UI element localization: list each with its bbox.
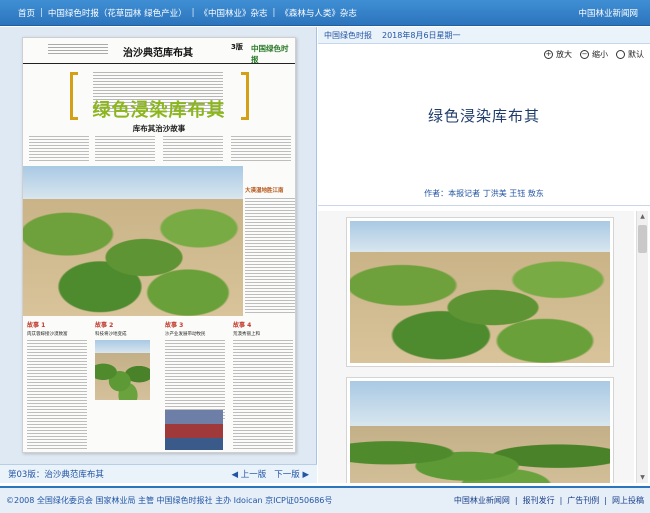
page-masthead: 治沙典范库布其 3版 中国绿色时报 — [23, 38, 295, 64]
nav-brand-link[interactable]: 中国林业新闻网 — [578, 7, 638, 19]
footer-link-ads[interactable]: 广告刊例 — [567, 495, 599, 506]
next-page-label: 下一版 — [274, 470, 300, 480]
zoom-in-button[interactable]: + 放大 — [544, 49, 572, 60]
photo-landscape — [350, 221, 610, 363]
page-number: 3版 — [231, 43, 243, 51]
group-photo — [165, 410, 223, 450]
article-image-scroll-area[interactable] — [318, 211, 634, 483]
story-title: 故事 1 — [27, 322, 46, 329]
article-paper-name: 中国绿色时报 — [324, 30, 372, 40]
story-body — [27, 340, 87, 450]
zoom-controls: + 放大 − 缩小 默认 — [318, 47, 650, 61]
story-head: 肉苁蓉嫁接沙漠致富 — [27, 332, 68, 337]
footer-link-submit[interactable]: 网上投稿 — [612, 495, 644, 506]
story-head: 沙产业发展带动牧民 — [165, 332, 206, 337]
nav-china-forestry[interactable]: 《中国林业》杂志 — [199, 7, 267, 19]
masthead-meta-lines — [48, 44, 108, 54]
divider — [318, 205, 650, 206]
top-nav-bar: 首页 | 中国绿色时报（花草园林 绿色产业） | 《中国林业》杂志 | 《森林与… — [0, 0, 650, 26]
page-subhead: 库布其治沙故事 — [132, 124, 186, 133]
nav-separator: | — [272, 7, 276, 18]
circle-icon — [616, 49, 625, 59]
side-text-block — [245, 198, 295, 313]
article-panel: 中国绿色时报 2018年8月6日星期一 + 放大 − 缩小 默认 绿色浸染库布其… — [318, 27, 650, 483]
zoom-default-button[interactable]: 默认 — [616, 49, 644, 60]
page-headline: 绿色浸染库布其 — [92, 100, 226, 121]
footer-separator: | — [559, 496, 563, 505]
story-head: 荒漠秀丽上和 — [233, 332, 260, 337]
page-nav-bar: 第03版：治沙典范库布其 ◀ 上一版 下一版 ▶ — [0, 464, 317, 483]
story-photo — [95, 340, 150, 400]
next-page-link[interactable]: 下一版 ▶ — [274, 468, 309, 480]
footer-link-distribution[interactable]: 报刊发行 — [523, 495, 555, 506]
newspaper-page-thumbnail[interactable]: 治沙典范库布其 3版 中国绿色时报 绿色浸染库布其 库布其治沙故事 大漠湿地胜江… — [22, 37, 296, 453]
nav-home[interactable]: 首页 — [18, 7, 35, 19]
page-section-title: 治沙典范库布其 — [123, 48, 193, 59]
side-caption: 大漠湿地胜江南 — [245, 188, 284, 194]
story-column-4: 故事 4 荒漠秀丽上和 — [233, 320, 293, 450]
zoom-out-button[interactable]: − 缩小 — [580, 49, 608, 60]
article-photo-1[interactable] — [346, 217, 614, 367]
current-page-label[interactable]: 第03版：治沙典范库布其 — [8, 468, 223, 480]
minus-circle-icon: − — [580, 49, 589, 59]
nav-green-times[interactable]: 中国绿色时报（花草园林 绿色产业） — [48, 7, 187, 19]
story-body — [165, 340, 225, 420]
nav-separator: | — [40, 7, 43, 18]
footer-links: 中国林业新闻网 | 报刊发行 | 广告刊例 | 网上投稿 — [454, 495, 644, 506]
scroll-down-arrow-icon[interactable]: ▼ — [637, 472, 648, 483]
story-title: 故事 3 — [165, 322, 184, 329]
plus-circle-icon: + — [544, 49, 553, 59]
text-column — [163, 136, 223, 162]
nav-separator: | — [191, 7, 195, 18]
footer-link-news[interactable]: 中国林业新闻网 — [454, 495, 510, 506]
scroll-up-arrow-icon[interactable]: ▲ — [637, 211, 648, 222]
story-head: 科技将沙地变成 — [95, 332, 127, 337]
top-nav: 首页 | 中国绿色时报（花草园林 绿色产业） | 《中国林业》杂志 | 《森林与… — [18, 7, 578, 19]
nav-forest-human[interactable]: 《森林与人类》杂志 — [280, 7, 357, 19]
zoom-in-label: 放大 — [556, 49, 572, 59]
footer-separator: | — [514, 496, 518, 505]
photo-landscape — [350, 381, 610, 483]
text-column — [29, 136, 89, 162]
story-body — [233, 340, 293, 450]
zoom-out-label: 缩小 — [592, 49, 608, 59]
newspaper-page-panel: 治沙典范库布其 3版 中国绿色时报 绿色浸染库布其 库布其治沙故事 大漠湿地胜江… — [0, 27, 317, 464]
newspaper-logo: 中国绿色时报 — [251, 44, 289, 64]
story-title: 故事 2 — [95, 322, 114, 329]
vertical-scrollbar[interactable]: ▲ ▼ — [636, 211, 648, 483]
story-column-3: 故事 3 沙产业发展带动牧民 — [165, 320, 225, 420]
prev-page-link[interactable]: ◀ 上一版 — [231, 468, 266, 480]
footer-copyright: ©2008 全国绿化委员会 国家林业局 主管 中国绿色时报社 主办 Idoica… — [6, 496, 333, 505]
text-column — [231, 136, 291, 162]
footer-bar: ©2008 全国绿化委员会 国家林业局 主管 中国绿色时报社 主办 Idoica… — [0, 486, 650, 513]
story-title: 故事 4 — [233, 322, 252, 329]
main-landscape-photo — [23, 166, 243, 316]
footer-separator: | — [604, 496, 607, 505]
zoom-default-label: 默认 — [628, 49, 644, 59]
scrollbar-thumb[interactable] — [638, 225, 647, 253]
article-header-bar: 中国绿色时报 2018年8月6日星期一 — [318, 27, 650, 44]
prev-page-label: 上一版 — [240, 470, 267, 480]
article-date: 2018年8月6日星期一 — [382, 30, 461, 40]
story-column-2: 故事 2 科技将沙地变成 — [95, 320, 155, 337]
article-photo-2[interactable] — [346, 377, 614, 483]
article-byline: 作者：本报记者 丁洪美 王钰 敖东 — [424, 189, 544, 198]
article-title: 绿色浸染库布其 — [427, 107, 540, 125]
story-column-1: 故事 1 肉苁蓉嫁接沙漠致富 — [27, 320, 87, 450]
text-column — [95, 136, 155, 162]
